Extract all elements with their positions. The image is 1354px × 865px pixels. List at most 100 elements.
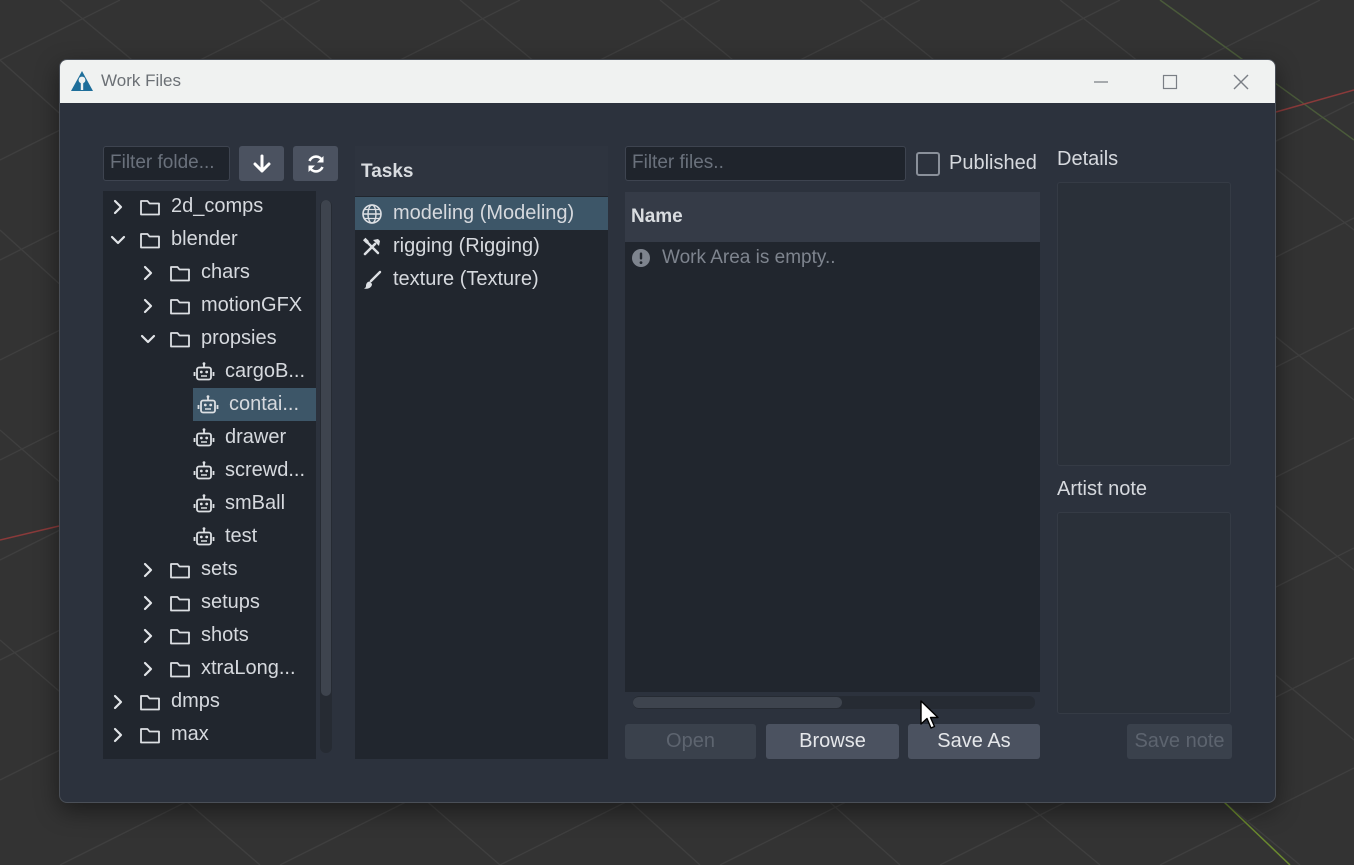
folder-icon (140, 199, 160, 215)
save-note-button[interactable]: Save note (1127, 724, 1232, 759)
asset-robot-icon (197, 394, 219, 416)
alert-icon (632, 249, 650, 267)
tree-item-label: max (171, 723, 209, 745)
tree-item-label: blender (171, 228, 238, 250)
artist-note-input[interactable] (1057, 512, 1231, 714)
folder-tree-scrollbar[interactable] (320, 200, 332, 753)
expand-toggle[interactable] (139, 660, 157, 678)
folder-icon (170, 331, 190, 347)
refresh-icon (307, 154, 324, 173)
tree-item-label: smBall (225, 492, 286, 514)
task-item[interactable]: texture (Texture) (355, 263, 608, 296)
folder-item[interactable]: xtraLong... (139, 652, 296, 685)
tree-item-label: setups (201, 591, 260, 613)
folder-icon (140, 727, 160, 743)
expand-toggle[interactable] (139, 627, 157, 645)
folder-icon (139, 691, 161, 713)
open-button[interactable]: Open (625, 724, 756, 759)
folder-item[interactable]: setups (139, 586, 260, 619)
asset-item[interactable]: screwd... (193, 454, 305, 487)
asset-item[interactable]: contai... (193, 388, 316, 421)
asset-item[interactable]: cargoB... (193, 355, 305, 388)
folder-icon (170, 298, 190, 314)
close-icon (1233, 74, 1249, 89)
tree-item-label: propsies (201, 327, 277, 349)
maximize-icon (1162, 74, 1178, 89)
folder-item[interactable]: chars (139, 256, 250, 289)
tree-item-label: test (225, 525, 258, 547)
asset-item[interactable]: smBall (193, 487, 285, 520)
folder-icon (140, 694, 160, 710)
chevron-right-icon (113, 694, 123, 709)
task-item-label: texture (Texture) (393, 268, 539, 290)
folder-item[interactable]: propsies (139, 322, 277, 355)
chevron-right-icon (143, 661, 153, 676)
task-item[interactable]: rigging (Rigging) (355, 230, 608, 263)
folder-item[interactable]: shots (139, 619, 249, 652)
minimize-button[interactable] (1078, 60, 1124, 103)
folder-filter-placeholder: Filter folde... (110, 152, 215, 173)
folder-icon (170, 265, 190, 281)
asset-item[interactable]: test (193, 520, 257, 553)
minimize-icon (1094, 80, 1108, 83)
expand-toggle[interactable] (139, 594, 157, 612)
folder-icon (169, 295, 191, 317)
expand-toggle[interactable] (139, 330, 157, 348)
title-bar[interactable]: Work Files (60, 60, 1275, 103)
chevron-right-icon (143, 595, 153, 610)
published-checkbox[interactable] (916, 152, 940, 176)
folder-icon (169, 625, 191, 647)
chevron-right-icon (143, 562, 153, 577)
tasks-header[interactable]: Tasks (355, 146, 608, 196)
folder-item[interactable]: dmps (109, 685, 220, 718)
folder-item[interactable]: motionGFX (139, 289, 302, 322)
close-button[interactable] (1218, 60, 1264, 103)
asset-robot-icon (193, 460, 215, 479)
published-label[interactable]: Published (949, 152, 1037, 175)
tree-item-label: sets (201, 558, 238, 580)
folder-icon (170, 562, 190, 578)
asset-robot-icon (193, 427, 215, 446)
tree-item-label: contai... (229, 393, 300, 415)
chevron-down-icon (140, 334, 156, 343)
expand-toggle[interactable] (139, 561, 157, 579)
expand-toggle[interactable] (109, 693, 127, 711)
folder-refresh-button[interactable] (293, 146, 338, 181)
folder-item[interactable]: 2d_comps (109, 190, 263, 223)
tree-item-label: screwd... (225, 459, 306, 481)
expand-toggle[interactable] (139, 297, 157, 315)
files-name-column-header[interactable]: Name (625, 192, 1040, 242)
files-horizontal-scrollbar[interactable] (633, 696, 1035, 709)
arrow-down-icon (253, 154, 270, 172)
window-title: Work Files (101, 71, 181, 90)
tree-item-label: xtraLong... (201, 657, 296, 679)
files-filter-input[interactable]: Filter files.. (625, 146, 906, 181)
asset-robot-icon (193, 460, 215, 482)
folder-filter-input[interactable]: Filter folde... (103, 146, 230, 181)
folder-icon (139, 229, 161, 251)
folder-tree-scroll-thumb[interactable] (321, 200, 331, 696)
browse-button[interactable]: Browse (766, 724, 899, 759)
maximize-button[interactable] (1147, 60, 1193, 103)
folder-item[interactable]: blender (109, 223, 238, 256)
artist-note-label: Artist note (1057, 478, 1148, 500)
task-item-label: rigging (Rigging) (393, 235, 540, 257)
task-item[interactable]: modeling (Modeling) (355, 197, 608, 230)
empty-message-text: Work Area is empty.. (662, 247, 836, 268)
tools-icon (362, 237, 380, 255)
folder-expand-button[interactable] (239, 146, 284, 181)
files-filter-placeholder: Filter files.. (632, 152, 724, 173)
folder-item[interactable]: sets (139, 553, 238, 586)
folder-icon (139, 196, 161, 218)
expand-toggle[interactable] (109, 231, 127, 249)
tools-icon (361, 236, 383, 258)
files-horizontal-scroll-thumb[interactable] (633, 697, 842, 708)
expand-toggle[interactable] (109, 198, 127, 216)
expand-toggle[interactable] (139, 264, 157, 282)
folder-icon (170, 661, 190, 677)
folder-item[interactable]: max (109, 718, 209, 751)
asset-item[interactable]: drawer (193, 421, 286, 454)
details-box (1057, 182, 1231, 466)
expand-toggle[interactable] (109, 726, 127, 744)
folder-icon (170, 595, 190, 611)
